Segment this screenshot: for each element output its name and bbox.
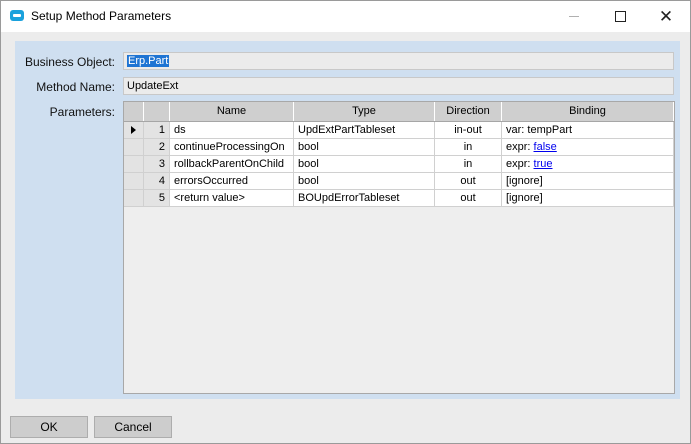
param-direction-cell[interactable]: in [435,156,502,173]
maximize-button[interactable] [597,1,643,32]
row-index[interactable]: 1 [144,122,170,139]
binding-prefix: var: [506,124,528,136]
method-name-field[interactable]: UpdateExt [123,77,674,95]
param-direction-cell[interactable]: in-out [435,122,502,139]
grid-header: Name Type Direction Binding [124,102,674,122]
header-type[interactable]: Type [294,102,435,121]
row-selector[interactable] [124,190,144,207]
header-name[interactable]: Name [170,102,294,121]
binding-prefix: expr: [506,141,534,153]
table-row[interactable]: 4 errorsOccurred bool out [ignore] [124,173,674,190]
binding-value: [ignore] [506,192,543,204]
cancel-button[interactable]: Cancel [94,416,172,438]
param-binding-cell[interactable]: var: tempPart [502,122,674,139]
table-row[interactable]: 3 rollbackParentOnChild bool in expr: true [124,156,674,173]
param-type-cell[interactable]: UpdExtPartTableset [294,122,435,139]
row-selector[interactable] [124,156,144,173]
dialog-window: Setup Method Parameters ✕ Business Objec… [0,0,691,444]
minimize-icon [569,16,579,17]
binding-link[interactable]: true [534,158,553,170]
table-row[interactable]: 5 <return value> BOUpdErrorTableset out [ign… [124,190,674,207]
header-binding[interactable]: Binding [502,102,674,121]
method-name-label: Method Name: [36,80,115,94]
window-title: Setup Method Parameters [31,9,172,23]
binding-value: [ignore] [506,175,543,187]
param-direction-cell[interactable]: in [435,139,502,156]
param-name-cell[interactable]: <return value> [170,190,294,207]
business-object-label: Business Object: [24,55,115,69]
binding-value: tempPart [527,124,573,136]
app-window-icon [10,10,24,21]
param-direction-cell[interactable]: out [435,190,502,207]
parameters-grid[interactable]: Name Type Direction Binding 1 ds UpdExtPar… [123,101,675,394]
param-direction-cell[interactable]: out [435,173,502,190]
param-type-cell[interactable]: bool [294,173,435,190]
minimize-button[interactable] [551,1,597,32]
param-type-cell[interactable]: bool [294,156,435,173]
param-binding-cell[interactable]: [ignore] [502,190,674,207]
row-index[interactable]: 5 [144,190,170,207]
row-selector[interactable] [124,173,144,190]
param-name-cell[interactable]: errorsOccurred [170,173,294,190]
binding-prefix: expr: [506,158,534,170]
param-type-cell[interactable]: BOUpdErrorTableset [294,190,435,207]
binding-link[interactable]: false [534,141,557,153]
ok-button[interactable]: OK [10,416,88,438]
title-bar[interactable]: Setup Method Parameters ✕ [1,1,690,32]
header-direction[interactable]: Direction [435,102,502,121]
form-panel: Business Object: Erp.Part Method Name: U… [15,41,680,399]
maximize-icon [614,11,626,22]
close-button[interactable]: ✕ [643,1,689,32]
table-row[interactable]: 1 ds UpdExtPartTableset in-out var: tempPart [124,122,674,139]
param-binding-cell[interactable]: expr: false [502,139,674,156]
param-binding-cell[interactable]: expr: true [502,156,674,173]
header-selector-cell [124,102,144,121]
row-selector[interactable] [124,122,144,139]
row-index[interactable]: 4 [144,173,170,190]
row-selector[interactable] [124,139,144,156]
parameters-label: Parameters: [49,105,115,119]
param-name-cell[interactable]: ds [170,122,294,139]
table-row[interactable]: 2 continueProcessingOn bool in expr: false [124,139,674,156]
param-name-cell[interactable]: continueProcessingOn [170,139,294,156]
close-icon: ✕ [658,7,674,26]
method-name-value: UpdateExt [127,80,179,92]
header-index-cell [144,102,170,121]
param-binding-cell[interactable]: [ignore] [502,173,674,190]
business-object-value: Erp.Part [127,55,170,67]
row-index[interactable]: 2 [144,139,170,156]
param-name-cell[interactable]: rollbackParentOnChild [170,156,294,173]
business-object-field[interactable]: Erp.Part [123,52,674,70]
row-pointer-icon [131,126,136,134]
row-index[interactable]: 3 [144,156,170,173]
param-type-cell[interactable]: bool [294,139,435,156]
